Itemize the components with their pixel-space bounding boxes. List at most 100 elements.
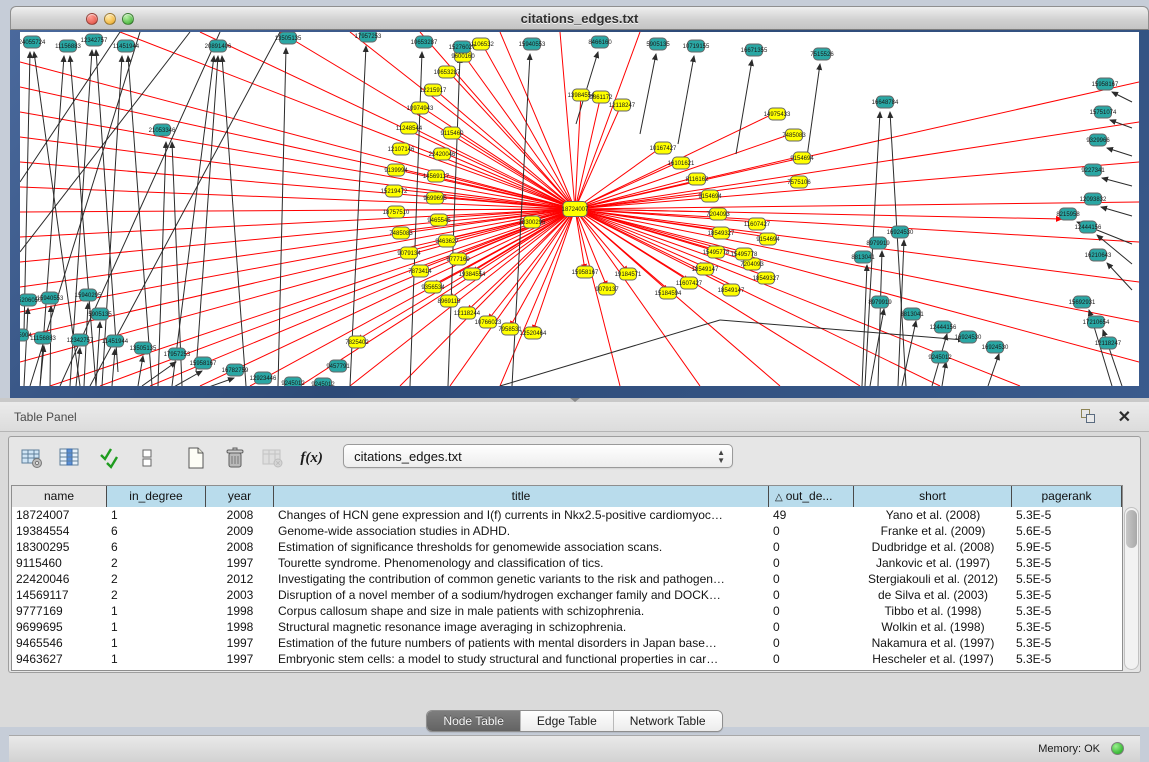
node-label: 15958167	[190, 361, 217, 367]
column-header-name[interactable]: name	[12, 486, 107, 507]
table-row[interactable]: 1938455462009Genome-wide association stu…	[12, 523, 1122, 539]
node-label: 21053346	[149, 128, 176, 134]
create-column-button[interactable]	[181, 444, 211, 472]
node-label: 18549147	[692, 267, 719, 273]
node-label: 9600160	[451, 54, 475, 60]
table-row[interactable]: 969969511998Structural magnetic resonanc…	[12, 619, 1122, 635]
table-mode-button[interactable]	[17, 444, 47, 472]
node-label: 17957253	[355, 34, 382, 40]
node-label: 9154694	[756, 237, 780, 243]
float-panel-icon[interactable]	[1081, 409, 1097, 425]
node-label: 12444156	[930, 325, 957, 331]
network-canvas[interactable]: 1221591710974943112485441210714691399941…	[20, 32, 1139, 386]
node-label: 11451944	[113, 44, 140, 50]
cell-out_de: 0	[769, 651, 854, 667]
node-label: 15940295	[75, 293, 102, 299]
node-label: 11451944	[102, 339, 129, 345]
window-titlebar[interactable]: citations_edges.txt	[10, 6, 1149, 30]
status-bar: Memory: OK	[9, 735, 1140, 762]
node-label: 7515526	[810, 52, 834, 58]
table-row[interactable]: 946554611997Estimation of the future num…	[12, 635, 1122, 651]
cell-pagerank: 5.3E-5	[1012, 619, 1122, 635]
table-row[interactable]: 977716911998Corpus callosum shape and si…	[12, 603, 1122, 619]
tab-node-table[interactable]: Node Table	[427, 711, 521, 731]
node-label: 17957253	[164, 352, 191, 358]
cell-in_degree: 2	[107, 555, 206, 571]
cell-year: 1997	[206, 635, 274, 651]
node-label: 17210654	[1083, 320, 1110, 326]
cell-short: Jankovic et al. (1997)	[854, 555, 1012, 571]
unselect-all-button[interactable]	[132, 444, 162, 472]
node-label: 14569117	[423, 174, 450, 180]
node-label: 12093832	[1080, 197, 1107, 203]
node-label: 19184571	[615, 272, 642, 278]
cell-name: 9777169	[12, 603, 107, 619]
node-label: 11248544	[396, 126, 423, 132]
vertical-scrollbar[interactable]	[1124, 507, 1139, 670]
delete-column-button[interactable]	[220, 444, 250, 472]
node-label: 12118247	[1095, 341, 1122, 347]
cell-name: 9699695	[12, 619, 107, 635]
node-label: 16101621	[668, 161, 695, 167]
node-label: 11607427	[676, 281, 703, 287]
node-label: 18724007	[562, 207, 589, 213]
cell-short: Dudbridge et al. (2008)	[854, 539, 1012, 555]
node-label: 16924530	[887, 230, 914, 236]
node-label: 16924530	[955, 335, 982, 341]
column-header-pagerank[interactable]: pagerank	[1012, 486, 1122, 507]
cell-year: 1997	[206, 555, 274, 571]
node-label: 15940553	[519, 42, 546, 48]
scrollbar-thumb[interactable]	[1126, 510, 1137, 548]
node-label: 9463627	[435, 239, 459, 245]
node-label: 9245012	[928, 355, 952, 361]
close-panel-icon[interactable]: ✕	[1118, 407, 1131, 427]
node-label: 11607427	[744, 222, 771, 228]
node-label: 15958167	[1092, 82, 1119, 88]
table-row[interactable]: 946362711997Embryonic stem cells: a mode…	[12, 651, 1122, 667]
cell-short: Yano et al. (2008)	[854, 507, 1012, 523]
node-label: 18549147	[718, 288, 745, 294]
node-label: 15495778	[703, 250, 730, 256]
node-label: 15751074	[1090, 110, 1117, 116]
table-panel-title: Table Panel	[14, 410, 77, 424]
column-header-year[interactable]: year	[206, 486, 274, 507]
network-window: citations_edges.txt 12215917109749431124…	[10, 6, 1149, 398]
node-label: 16648784	[872, 100, 899, 106]
cell-pagerank: 5.3E-5	[1012, 651, 1122, 667]
table-row[interactable]: 911546021997Tourette syndrome. Phenomeno…	[12, 555, 1122, 571]
column-header-out_de[interactable]: △out_de...	[769, 486, 854, 507]
table-row[interactable]: 1456911722003Disruption of a novel membe…	[12, 587, 1122, 603]
node-label: 12923446	[250, 376, 277, 382]
node-label: 9139994	[384, 168, 408, 174]
table-row[interactable]: 1872400712008Changes of HCN gene express…	[12, 507, 1122, 523]
function-builder-button[interactable]: f(x)	[297, 444, 327, 472]
memory-ok-led-icon[interactable]	[1111, 742, 1124, 755]
node-label: 12215917	[420, 88, 447, 94]
column-header-short[interactable]: short	[854, 486, 1012, 507]
node-label: 9699695	[423, 196, 447, 202]
node-label: 11156883	[55, 44, 81, 50]
table-row[interactable]: 1830029562008Estimation of significance …	[12, 539, 1122, 555]
tab-edge-table[interactable]: Edge Table	[521, 711, 614, 731]
node-label: 15495778	[731, 252, 758, 258]
table-select-dropdown[interactable]: citations_edges.txt ▲▼	[343, 444, 733, 468]
cell-in_degree: 1	[107, 635, 206, 651]
cell-pagerank: 5.3E-5	[1012, 507, 1122, 523]
node-label: 9079134	[397, 251, 421, 257]
tab-network-table[interactable]: Network Table	[614, 711, 722, 731]
node-label: 12342757	[81, 38, 108, 44]
node-label: 12118247	[609, 103, 636, 109]
table-row[interactable]: 2242004622012Investigating the contribut…	[12, 571, 1122, 587]
show-column-button[interactable]	[55, 444, 85, 472]
select-all-button[interactable]	[94, 444, 124, 472]
column-header-in_degree[interactable]: in_degree	[107, 486, 206, 507]
node-label: 9457791	[326, 364, 350, 370]
cell-short: Nakamura et al. (1997)	[854, 635, 1012, 651]
column-header-title[interactable]: title	[274, 486, 769, 507]
node-label: 14975433	[764, 112, 791, 118]
cell-pagerank: 5.6E-5	[1012, 523, 1122, 539]
citation-graph[interactable]: 1221591710974943112485441210714691399941…	[20, 32, 1139, 386]
node-label: 22420046	[429, 152, 456, 158]
node-table: namein_degreeyeartitle△out_de...shortpag…	[11, 485, 1123, 671]
node-label: 7485083	[782, 133, 806, 139]
